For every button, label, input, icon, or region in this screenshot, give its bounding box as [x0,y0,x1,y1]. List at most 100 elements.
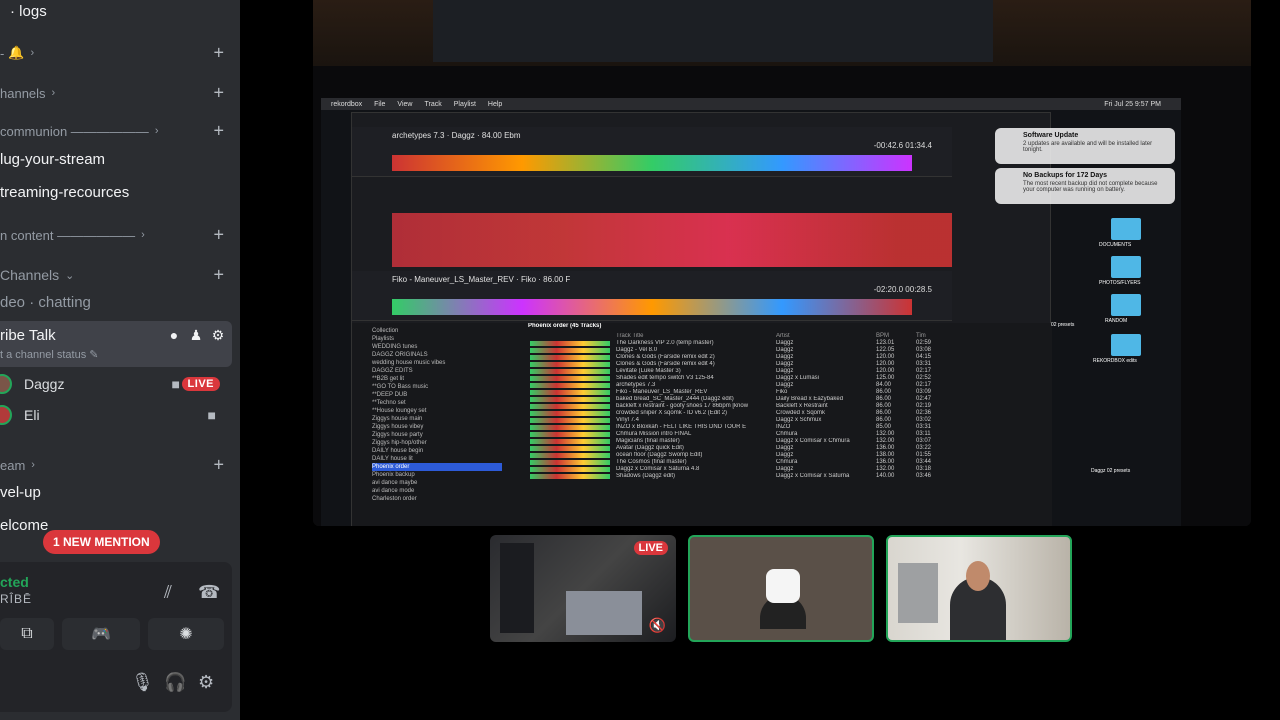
channel-label: logs [19,2,47,20]
track-time: 03:11 [916,431,931,437]
notification-title: Software Update [1023,132,1079,139]
table-row[interactable]: Chmura Mission intro FINAL Chmura 132.00 03… [524,431,1052,438]
add-channel-icon[interactable]: + [213,265,224,286]
playlist-tree-item[interactable]: Phoenix backup [372,471,502,479]
microphone-icon[interactable]: 🎙 [131,672,154,693]
channel-streaming-recources[interactable]: treaming-recources [0,179,240,205]
category-voice-channels[interactable]: Channels ⌄ + [0,262,240,288]
deck-waveform [392,155,912,171]
activities-button[interactable]: 🎮 [62,618,140,650]
table-row[interactable]: Avatar (Daggz quick Edit) Daggz 136.00 03:2… [524,445,1052,452]
table-row[interactable]: Clones & Gods (Farside remix edit 4) Dagg… [524,361,1052,368]
playlist-tree-item[interactable]: **GO TO Bass music [372,383,502,391]
playlist-tree-item[interactable]: Ziggys house vibey [372,423,502,431]
playlist-tree-item[interactable]: DAGGZ ORIGINALS [372,351,502,359]
track-time: 03:07 [916,438,932,444]
set-channel-status[interactable]: t a channel status ✎ [0,348,99,361]
track-time: 04:15 [916,354,932,360]
tile-user-no-camera[interactable] [688,535,874,642]
headphones-icon[interactable]: 🎧 [164,672,186,693]
channel-label: lug-your-stream [0,150,106,168]
add-channel-icon[interactable]: + [213,455,224,476]
playlist-tree-item[interactable]: **House loungey set [372,407,502,415]
member-name: Eli [24,407,40,423]
table-row[interactable]: baked bread_SC_Master_2444 (Daggz edit) D… [524,396,1052,403]
playlist-tree-item[interactable]: **DEEP DUB [372,391,502,399]
table-row[interactable]: The Darkness VIP 2.0 (temp master) Daggz 1… [524,340,1052,347]
category-communion[interactable]: communion —————— › + [0,118,240,144]
table-row[interactable]: backleft x restraint - goofy shoes 17 86… [524,403,1052,410]
table-row[interactable]: Shades edit tempo switch V3 125-84 Daggz … [524,375,1052,382]
playlist-tree-item[interactable]: Phoenix order [372,463,502,471]
new-mention-badge[interactable]: 1 NEW MENTION [43,530,160,554]
playlist-tree-item[interactable]: Ziggys hip-hop/other [372,439,502,447]
add-channel-icon[interactable]: + [213,225,224,246]
table-row[interactable]: Daggz x Comisar x Saturna 4.8 Daggz 132.00… [524,466,1052,473]
add-channel-icon[interactable]: + [213,83,224,104]
playlist-tree-item[interactable]: Charleston order [372,495,502,503]
track-time: 03:02 [916,417,932,423]
table-row[interactable]: Fiko - Maneuver_LS_Master_REV Fiko 86.00 03… [524,389,1052,396]
channel-plug-your-stream[interactable]: lug-your-stream [0,146,240,172]
table-row[interactable]: The Cosmos (final master) Chmura 136.00 03:… [524,459,1052,466]
playlist-tree-item[interactable]: Ziggys house main [372,415,502,423]
category-content[interactable]: n content —————— › + [0,222,240,248]
playlist-tree-item[interactable]: avi dance mode [372,487,502,495]
category-notifications[interactable]: - 🔔 › + [0,40,240,66]
table-row[interactable]: ocean floor (Daggz Swomp Edit) Daggz 138.0… [524,452,1052,459]
notification-title: No Backups for 172 Days [1023,172,1108,179]
playlist-tree-item[interactable]: avi dance maybe [372,479,502,487]
thumb-webcam [566,591,642,635]
gear-icon[interactable]: ⚙ [210,327,226,343]
table-row[interactable]: Daggz - Vel 8.0 Daggz 122.05 03:08 [524,347,1052,354]
track-preview-waveform [530,432,610,437]
playlist-tree-item[interactable]: DAILY house begin [372,447,502,455]
channel-level-up[interactable]: vel-up [0,479,240,505]
playlist-tree-item[interactable]: DAILY house lit [372,455,502,463]
track-preview-waveform [530,474,610,479]
table-row[interactable]: crowded sniper X sqomk - ID v6.2 (Edit 2… [524,410,1052,417]
category-team[interactable]: eam › + [0,452,240,478]
playlist-tree-item[interactable]: WEDDING tunes [372,343,502,351]
soundboard-button[interactable]: ✺ [148,618,224,650]
table-row[interactable]: Magicians (final master) Daggz x Comisar … [524,438,1052,445]
add-channel-icon[interactable]: + [213,43,224,64]
main-waveform [392,213,952,267]
gear-icon[interactable]: ⚙ [198,672,214,693]
channel-logs[interactable]: · logs [0,0,240,24]
channel-video-chatting[interactable]: deo · chatting [0,289,240,315]
playlist-tree-item[interactable]: DAGGZ EDITS [372,367,502,375]
add-channel-icon[interactable]: + [213,121,224,142]
table-row[interactable]: Clones & Gods (Farside remix edit 2) Dagg… [524,354,1052,361]
screen-share-stream[interactable]: rekordbox File View Track Playlist Help … [313,0,1251,526]
playlist-tree-item[interactable]: **B2B get lit [372,375,502,383]
noise-suppression-icon[interactable]: ⫽ [164,582,172,603]
voice-member-daggz[interactable]: Daggz ■ LIVE [0,371,232,397]
voice-member-eli[interactable]: Eli ■ [0,402,232,428]
playlist-tree-item[interactable]: Collection [372,327,502,335]
table-row[interactable]: Vinyl 7.4 Daggz x Schmux 86.00 03:02 [524,417,1052,424]
table-row[interactable]: Shadows (Daggz edit) Daggz x Comisar x Sa… [524,473,1052,480]
disconnect-icon[interactable]: ☎ [198,582,220,603]
screen-share-button[interactable]: ⧉ [0,618,54,650]
track-bpm: 136.00 [876,459,895,465]
track-artist: Crowded x Sqomk [776,410,826,416]
table-row[interactable]: INZO x Bloxkah - FELT LIKE THIS DND TOUR… [524,424,1052,431]
track-bpm: 86.00 [876,403,892,409]
track-artist: Fiko [776,389,788,395]
speaker-muted-icon[interactable]: 🔇 [649,617,666,634]
deck-1: archetypes 7.3 · Daggz · 84.00 Ebm -00:4… [352,127,952,177]
track-artist: Daggz x Comisar x Chmura [776,438,850,444]
table-row[interactable]: Levitate (Luke Master 3) Daggz 120.00 02:17 [524,368,1052,375]
table-row[interactable]: archetypes 7.3 Daggz 84.00 02:17 [524,382,1052,389]
chat-bubble-icon[interactable]: ● [166,327,182,343]
playlist-tree-item[interactable]: Ziggys house party [372,431,502,439]
tile-user-webcam[interactable] [886,535,1072,642]
invite-user-icon[interactable]: ♟ [188,327,204,343]
tile-screen-share[interactable]: LIVE 🔇 [490,535,676,642]
category-channels[interactable]: hannels › + [0,80,240,106]
playlist-tree-item[interactable]: **Techno set [372,399,502,407]
playlist-tree-item[interactable]: Playlists [372,335,502,343]
playlist-tree-item[interactable]: wedding house music vibes [372,359,502,367]
track-artist: Daggz [776,445,794,451]
